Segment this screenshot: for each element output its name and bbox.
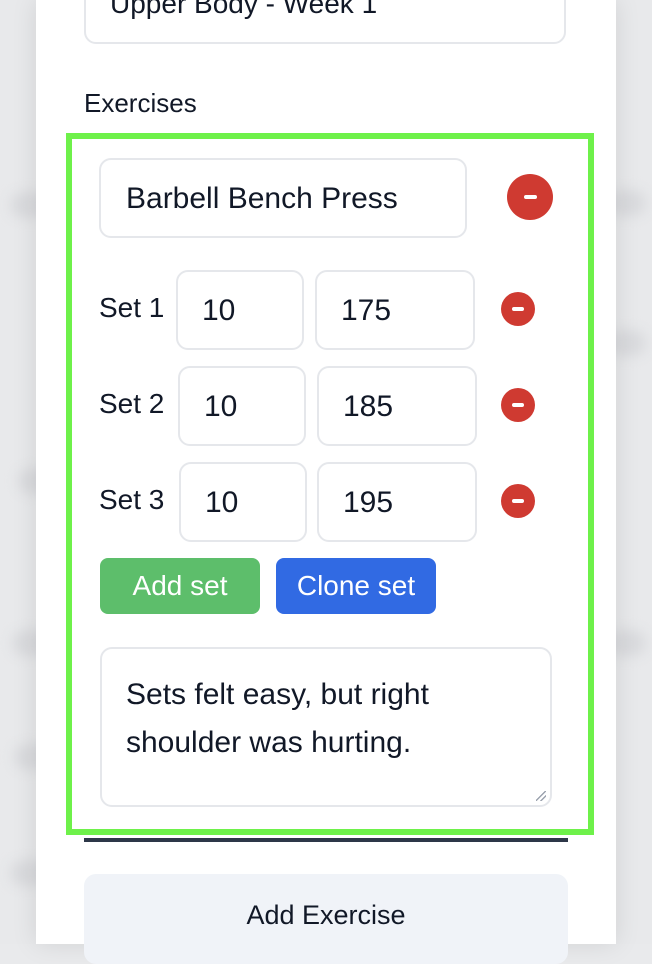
exercise-notes-textarea[interactable]: Sets felt easy, but right shoulder was h… xyxy=(100,647,552,807)
add-set-button[interactable]: Add set xyxy=(100,558,260,614)
exercise-name-input[interactable]: Barbell Bench Press xyxy=(99,158,467,238)
exercise-card: Barbell Bench Press Set 1 10 175 Set 2 1… xyxy=(66,133,594,835)
set-label: Set 1 xyxy=(99,292,165,323)
remove-exercise-button[interactable] xyxy=(507,174,553,220)
resize-grip-icon[interactable] xyxy=(536,791,546,801)
set-label: Set 2 xyxy=(99,388,165,419)
remove-set-button[interactable] xyxy=(501,484,535,518)
set-row: Set 3 10 195 xyxy=(99,462,569,542)
weight-input[interactable]: 175 xyxy=(315,270,475,350)
minus-icon xyxy=(512,403,524,407)
clone-set-button[interactable]: Clone set xyxy=(276,558,436,614)
remove-set-button[interactable] xyxy=(501,292,535,326)
reps-input[interactable]: 10 xyxy=(176,270,304,350)
reps-input[interactable]: 10 xyxy=(179,462,307,542)
notes-text: Sets felt easy, but right shoulder was h… xyxy=(126,678,429,759)
exercises-heading: Exercises xyxy=(84,88,197,118)
weight-input[interactable]: 195 xyxy=(317,462,477,542)
remove-set-button[interactable] xyxy=(501,388,535,422)
minus-icon xyxy=(512,499,524,503)
set-label: Set 3 xyxy=(99,484,165,515)
section-divider xyxy=(84,838,568,842)
minus-icon xyxy=(512,307,524,311)
workout-name-input[interactable]: Upper Body - Week 1 xyxy=(84,0,566,44)
minus-icon xyxy=(523,195,537,199)
weight-input[interactable]: 185 xyxy=(317,366,477,446)
workout-form-card: Upper Body - Week 1 Exercises Barbell Be… xyxy=(36,0,616,964)
set-row: Set 1 10 175 xyxy=(99,270,569,350)
add-exercise-button[interactable]: Add Exercise xyxy=(84,874,568,964)
reps-input[interactable]: 10 xyxy=(178,366,306,446)
set-row: Set 2 10 185 xyxy=(99,366,569,446)
